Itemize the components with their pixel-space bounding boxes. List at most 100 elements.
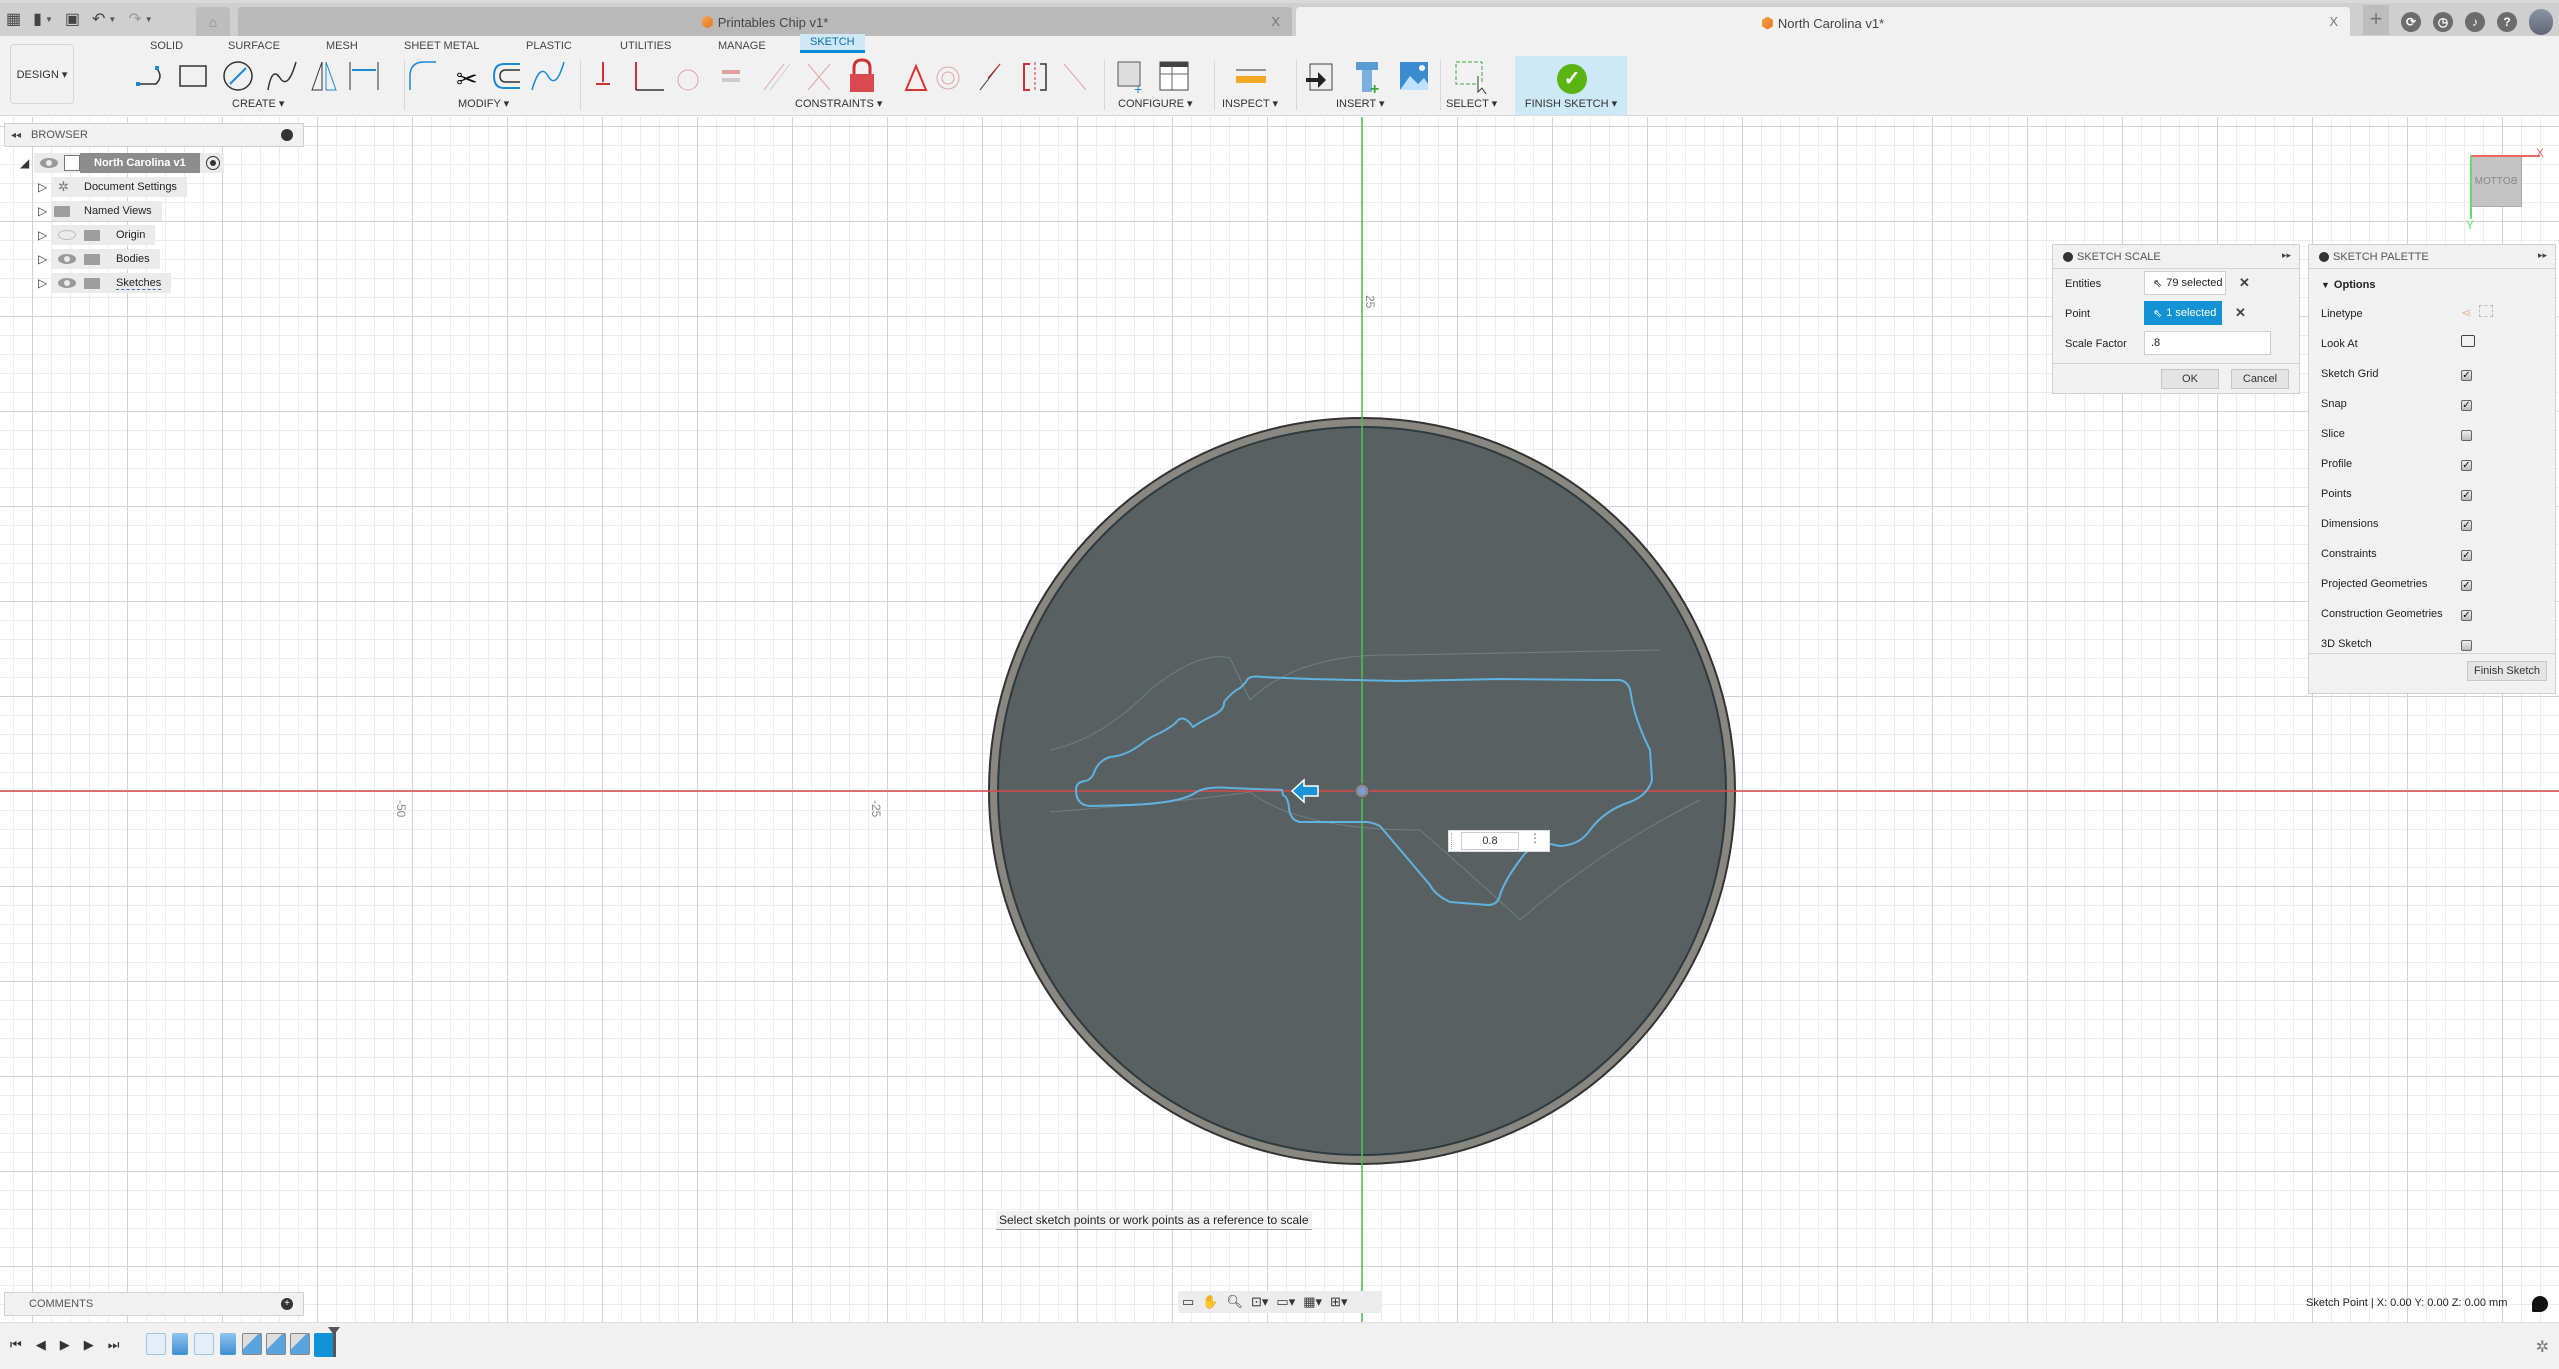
modify-menu[interactable]: MODIFY ▾	[458, 97, 509, 110]
drag-handle[interactable]	[1451, 833, 1457, 849]
collapse-triangle-icon[interactable]: ◢	[20, 156, 34, 170]
tab-utilities[interactable]: UTILITIES	[620, 38, 671, 54]
expand-triangle-icon[interactable]: ▷	[38, 276, 52, 290]
equal-constraint-icon[interactable]	[722, 70, 740, 82]
parallel-constraint-icon[interactable]	[763, 63, 791, 91]
triangle-constraint-icon[interactable]	[904, 63, 928, 91]
create-menu[interactable]: CREATE ▾	[232, 97, 284, 110]
tangent-constraint-icon[interactable]	[677, 69, 699, 91]
look-at-icon[interactable]	[2461, 335, 2475, 347]
lock-constraint-icon[interactable]	[850, 58, 874, 92]
step-back-icon[interactable]: ◀	[36, 1337, 46, 1353]
palette-option-checkbox[interactable]: ✓	[2461, 460, 2472, 471]
extensions-icon[interactable]: ⟳	[2401, 12, 2421, 32]
timeline-fillet-feature[interactable]	[242, 1333, 262, 1355]
help-icon[interactable]: ?	[2497, 12, 2517, 32]
palette-option-checkbox[interactable]: ✓	[2461, 490, 2472, 501]
symmetry-constraint-icon[interactable]	[1023, 62, 1047, 92]
viewports-icon[interactable]: ⊞▾	[1330, 1294, 1347, 1310]
insert-canvas-image-icon[interactable]	[1400, 62, 1428, 90]
save-icon[interactable]: ▣	[65, 11, 80, 29]
curvature-constraint-icon[interactable]	[1063, 63, 1087, 91]
expand-palette-icon[interactable]: ▸▸	[2538, 250, 2547, 261]
entities-selector[interactable]: ⇖ 79 selected	[2144, 271, 2226, 295]
centerline-linetype-icon[interactable]	[2479, 305, 2493, 317]
timeline-fillet-feature[interactable]	[266, 1333, 286, 1355]
expand-dialog-icon[interactable]: ▸▸	[2282, 250, 2291, 261]
circle-tool-icon[interactable]	[223, 61, 253, 91]
grid-menu-icon[interactable]: ▦	[6, 11, 21, 29]
insert-menu[interactable]: INSERT ▾	[1336, 97, 1385, 110]
select-menu[interactable]: SELECT ▾	[1446, 97, 1497, 110]
more-options-icon[interactable]: ⋮	[1529, 831, 1541, 845]
tab-plastic[interactable]: PLASTIC	[526, 38, 572, 54]
browser-item-document-settings[interactable]: ▷ ✲ Document Settings	[38, 176, 187, 198]
palette-finish-sketch-button[interactable]: Finish Sketch	[2467, 661, 2547, 681]
sketch-scale-tool-icon[interactable]	[531, 61, 565, 91]
close-tab-button[interactable]: X	[1271, 14, 1280, 29]
new-tab-icon[interactable]: +	[2363, 5, 2389, 35]
collapse-palette-icon[interactable]	[2319, 251, 2329, 262]
browser-item-bodies[interactable]: ▷ Bodies	[38, 248, 160, 270]
timeline-marker[interactable]	[328, 1327, 340, 1357]
browser-root-node[interactable]: ◢ North Carolina v1	[20, 152, 224, 174]
add-comment-icon[interactable]: +	[281, 1298, 293, 1310]
display-settings-icon[interactable]: ▭▾	[1276, 1294, 1295, 1310]
job-status-icon[interactable]: ◷	[2433, 12, 2453, 32]
timeline-sketch-feature[interactable]	[146, 1333, 166, 1355]
palette-option-checkbox[interactable]: ✓	[2461, 520, 2472, 531]
look-at-icon[interactable]: ▭	[1182, 1294, 1194, 1310]
visibility-eye-icon[interactable]	[40, 158, 58, 168]
palette-option-checkbox[interactable]	[2461, 430, 2472, 441]
document-tab-inactive[interactable]: Printables Chip v1* X	[238, 7, 1292, 37]
expand-triangle-icon[interactable]: ▷	[38, 180, 52, 194]
undo-icon[interactable]: ↶	[92, 11, 105, 29]
browser-item-origin[interactable]: ▷ Origin	[38, 224, 156, 246]
file-icon[interactable]: ▮	[33, 11, 42, 29]
tab-sheet-metal[interactable]: SHEET METAL	[404, 38, 479, 54]
feedback-icon[interactable]	[2532, 1296, 2548, 1312]
palette-option-checkbox[interactable]: ✓	[2461, 610, 2472, 621]
activate-radio-icon[interactable]	[205, 156, 220, 170]
window-select-icon[interactable]	[1455, 61, 1487, 95]
measure-tool-icon[interactable]	[1236, 69, 1266, 83]
expand-triangle-icon[interactable]: ▷	[38, 252, 52, 266]
constraints-menu[interactable]: CONSTRAINTS ▾	[795, 97, 882, 110]
inspect-menu[interactable]: INSPECT ▾	[1222, 97, 1278, 110]
palette-option-checkbox[interactable]: ✓	[2461, 580, 2472, 591]
palette-option-checkbox[interactable]	[2461, 640, 2472, 651]
palette-option-checkbox[interactable]: ✓	[2461, 400, 2472, 411]
coincident-constraint-icon[interactable]	[807, 63, 831, 91]
options-section-toggle[interactable]: ▼ Options	[2321, 279, 2375, 291]
fillet-tool-icon[interactable]	[409, 61, 436, 90]
chevron-down-icon[interactable]: ▼	[108, 11, 116, 29]
configure-menu[interactable]: CONFIGURE ▾	[1118, 97, 1193, 110]
concentric-constraint-icon[interactable]	[936, 66, 960, 90]
redo-icon[interactable]: ↷	[128, 11, 141, 29]
tab-manage[interactable]: MANAGE	[718, 38, 766, 54]
home-button[interactable]: ⌂	[196, 7, 230, 37]
visibility-eye-icon[interactable]	[58, 254, 76, 264]
finish-sketch-button[interactable]: ✓ FINISH SKETCH ▾	[1515, 56, 1627, 115]
fix-constraint-icon[interactable]	[596, 62, 610, 85]
scale-factor-input[interactable]: .8	[2144, 331, 2271, 355]
midpoint-constraint-icon[interactable]	[979, 63, 1001, 91]
expand-triangle-icon[interactable]: ▷	[38, 228, 52, 242]
palette-option-checkbox[interactable]: ✓	[2461, 370, 2472, 381]
browser-item-sketches[interactable]: ▷ Sketches	[38, 272, 172, 294]
zoom-icon[interactable]: 🔍︎	[1226, 1294, 1243, 1310]
timeline-extrude-feature[interactable]	[220, 1333, 236, 1355]
pan-icon[interactable]: ✋	[1202, 1294, 1218, 1310]
palette-option-checkbox[interactable]: ✓	[2461, 550, 2472, 561]
rectangle-tool-icon[interactable]	[179, 65, 207, 87]
line-tool-icon[interactable]	[136, 66, 161, 86]
trim-tool-icon[interactable]: ✂	[456, 64, 478, 94]
grid-settings-icon[interactable]: ▦▾	[1303, 1294, 1322, 1310]
cancel-button[interactable]: Cancel	[2231, 369, 2289, 389]
collapse-panel-icon[interactable]: ◂◂	[11, 130, 21, 141]
tab-mesh[interactable]: MESH	[326, 38, 358, 54]
fit-icon[interactable]: ⊡▾	[1251, 1294, 1268, 1310]
insert-mcmaster-bolt-icon[interactable]: +	[1356, 62, 1379, 98]
profile-avatar[interactable]	[2529, 9, 2553, 35]
viewcube[interactable]: BOTTOM	[2470, 155, 2522, 207]
